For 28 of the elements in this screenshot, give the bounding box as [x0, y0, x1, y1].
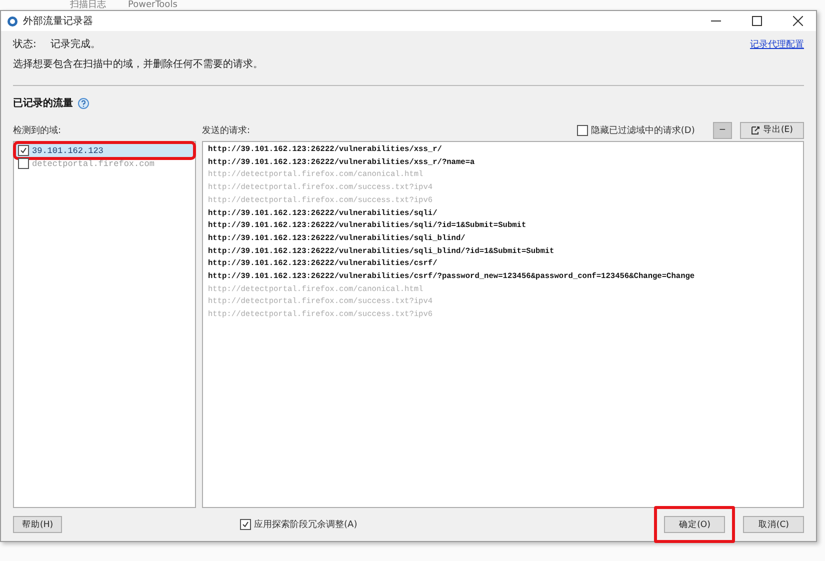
app-icon: [7, 16, 18, 26]
proxy-settings-link[interactable]: 记录代理配置: [750, 38, 804, 50]
apply-option-label: 应用探索阶段冗余调整(A): [254, 518, 358, 531]
section-title: 已记录的流量: [13, 96, 73, 110]
status-label: 状态:: [13, 38, 36, 51]
hide-filtered-label: 隐藏已过滤域中的请求(D): [590, 124, 695, 136]
background-tab[interactable]: PowerTools: [128, 0, 178, 10]
checkbox[interactable]: [240, 519, 252, 530]
requests-label: 发送的请求:: [202, 124, 250, 136]
help-button[interactable]: 帮助(H): [13, 516, 62, 533]
export-button[interactable]: 导出(E): [740, 122, 804, 138]
dialog-button[interactable]: 取消(C): [743, 516, 804, 533]
instruction-text: 选择想要包含在扫描中的域，并删除任何不需要的请求。: [13, 58, 263, 71]
domain-item[interactable]: 39.101.162.123: [16, 144, 193, 157]
remove-button[interactable]: −: [712, 122, 732, 138]
checkbox[interactable]: [18, 145, 29, 156]
window-title: 外部流量记录器: [23, 14, 94, 28]
domain-name: 39.101.162.123: [32, 146, 104, 156]
domain-name: detectportal.firefox.com: [32, 158, 154, 168]
checkbox[interactable]: [576, 124, 588, 136]
domains-label: 检测到的域:: [13, 124, 62, 136]
maximize-icon: [752, 16, 762, 26]
help-icon[interactable]: [78, 98, 89, 108]
checkbox[interactable]: [18, 158, 29, 169]
status-value: 记录完成。: [50, 38, 100, 51]
close-icon: [793, 16, 803, 26]
export-icon: [750, 126, 760, 134]
dialog-button[interactable]: 确定(O): [664, 516, 726, 533]
